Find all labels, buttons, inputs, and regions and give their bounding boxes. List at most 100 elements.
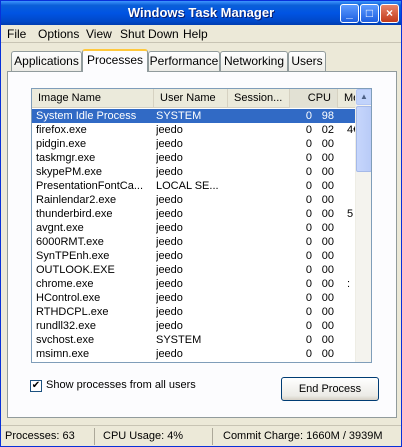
list-header: Image Name User Name Session... CPU Me (32, 89, 371, 108)
column-cpu[interactable]: CPU (290, 89, 338, 108)
process-session: 0 (305, 264, 312, 276)
process-user: jeedo (156, 348, 183, 360)
process-row[interactable]: avgnt.exe jeedo 0 00 (32, 221, 362, 235)
process-session: 0 (305, 334, 312, 346)
process-row[interactable]: PresentationFontCa... LOCAL SE... 0 00 (32, 179, 362, 193)
title-bar[interactable]: Windows Task Manager _ □ × (1, 1, 401, 25)
show-all-users-checkbox[interactable]: ✔ (30, 380, 42, 392)
tab-applications[interactable]: Applications (11, 51, 82, 71)
process-user: jeedo (156, 292, 183, 304)
process-cpu: 00 (321, 222, 334, 234)
show-all-users-label[interactable]: Show processes from all users (46, 379, 196, 391)
process-session: 0 (305, 124, 312, 136)
process-row[interactable]: System Idle Process SYSTEM 0 98 (32, 109, 362, 123)
menu-file[interactable]: File (7, 27, 26, 41)
status-commit-charge: Commit Charge: 1660M / 3939M (223, 430, 383, 442)
status-bar: Processes: 63 CPU Usage: 4% Commit Charg… (1, 425, 401, 446)
process-session: 0 (305, 180, 312, 192)
process-name: 6000RMT.exe (36, 236, 104, 248)
process-cpu: 00 (321, 152, 334, 164)
process-cpu: 00 (321, 292, 334, 304)
process-session: 0 (305, 236, 312, 248)
process-session: 0 (305, 222, 312, 234)
process-session: 0 (305, 152, 312, 164)
process-row[interactable]: SynTPEnh.exe jeedo 0 00 (32, 249, 362, 263)
process-row[interactable]: msimn.exe jeedo 0 00 (32, 347, 362, 361)
tab-strip: Applications Processes Performance Netwo… (7, 49, 397, 72)
process-list[interactable]: Image Name User Name Session... CPU Me S… (31, 88, 372, 363)
process-row[interactable]: svchost.exe SYSTEM 0 00 (32, 333, 362, 347)
process-cpu: 00 (321, 334, 334, 346)
close-button[interactable]: × (380, 4, 399, 23)
tab-networking[interactable]: Networking (220, 51, 288, 71)
minimize-button[interactable]: _ (340, 4, 359, 23)
process-row[interactable]: 6000RMT.exe jeedo 0 00 (32, 235, 362, 249)
process-cpu: 00 (321, 320, 334, 332)
process-name: HControl.exe (36, 292, 101, 304)
process-row[interactable]: chrome.exe jeedo 0 00: (32, 277, 362, 291)
menu-shut-down[interactable]: Shut Down (120, 27, 179, 41)
status-processes: Processes: 63 (1, 428, 95, 445)
process-cpu: 00 (321, 264, 334, 276)
process-row[interactable]: firefox.exe jeedo 0 02 4€ (32, 123, 362, 137)
process-cpu: 02 (321, 124, 334, 136)
checkmark-icon: ✔ (31, 380, 41, 391)
scroll-thumb[interactable] (356, 106, 371, 172)
menu-help[interactable]: Help (183, 27, 208, 41)
processes-panel: Image Name User Name Session... CPU Me S… (7, 71, 397, 418)
process-user: jeedo (156, 194, 183, 206)
tab-processes[interactable]: Processes (82, 49, 148, 72)
process-name: Rainlendar2.exe (36, 194, 117, 206)
process-user: jeedo (156, 278, 183, 290)
status-cpu-usage: CPU Usage: 4% (99, 428, 213, 445)
process-cpu: 00 (321, 180, 334, 192)
menu-options[interactable]: Options (38, 27, 79, 41)
menu-view[interactable]: View (86, 27, 112, 41)
process-row[interactable]: Rainlendar2.exe jeedo 0 00 (32, 193, 362, 207)
process-user: SYSTEM (156, 110, 202, 122)
process-row[interactable]: OUTLOOK.EXE jeedo 0 00 (32, 263, 362, 277)
process-name: System Idle Process (36, 110, 137, 122)
process-user: jeedo (156, 250, 183, 262)
column-user-name[interactable]: User Name (154, 89, 228, 108)
process-session: 0 (305, 250, 312, 262)
process-row[interactable]: HControl.exe jeedo 0 00 (32, 291, 362, 305)
process-session: 0 (305, 110, 312, 122)
tab-users[interactable]: Users (288, 51, 326, 71)
column-image-name[interactable]: Image Name (32, 89, 154, 108)
process-user: jeedo (156, 306, 183, 318)
process-user: jeedo (156, 208, 183, 220)
process-name: taskmgr.exe (36, 152, 96, 164)
task-manager-window: Windows Task Manager _ □ × File Options … (0, 0, 402, 447)
process-cpu: 00 (321, 348, 334, 360)
process-session: 0 (305, 292, 312, 304)
process-user: jeedo (156, 236, 183, 248)
end-process-button[interactable]: End Process (281, 377, 379, 401)
process-row[interactable]: RTHDCPL.exe jeedo 0 00 (32, 305, 362, 319)
process-rows: System Idle Process SYSTEM 0 98 firefox.exe j… (32, 109, 362, 361)
menu-bar: File Options View Shut Down Help (1, 25, 401, 43)
process-row[interactable]: taskmgr.exe jeedo 0 00 (32, 151, 362, 165)
process-user: jeedo (156, 124, 183, 136)
vertical-scrollbar[interactable]: ▲ (355, 89, 371, 362)
process-row[interactable]: pidgin.exe jeedo 0 00 (32, 137, 362, 151)
process-row[interactable]: thunderbird.exe jeedo 0 00 5 (32, 207, 362, 221)
process-cpu: 98 (321, 110, 334, 122)
process-row[interactable]: skypePM.exe jeedo 0 00 (32, 165, 362, 179)
process-name: firefox.exe (36, 124, 87, 136)
process-cpu: 00 (321, 306, 334, 318)
maximize-button[interactable]: □ (360, 4, 379, 23)
process-row[interactable]: rundll32.exe jeedo 0 00 (32, 319, 362, 333)
tab-performance[interactable]: Performance (148, 51, 220, 71)
process-name: OUTLOOK.EXE (36, 264, 115, 276)
process-session: 0 (305, 348, 312, 360)
process-name: svchost.exe (36, 334, 95, 346)
scroll-up-icon[interactable]: ▲ (356, 89, 371, 105)
process-user: jeedo (156, 320, 183, 332)
process-user: jeedo (156, 166, 183, 178)
process-name: PresentationFontCa... (36, 180, 144, 192)
process-name: thunderbird.exe (36, 208, 113, 220)
process-cpu: 00 (321, 236, 334, 248)
process-name: skypePM.exe (36, 166, 103, 178)
column-session[interactable]: Session... (228, 89, 290, 108)
